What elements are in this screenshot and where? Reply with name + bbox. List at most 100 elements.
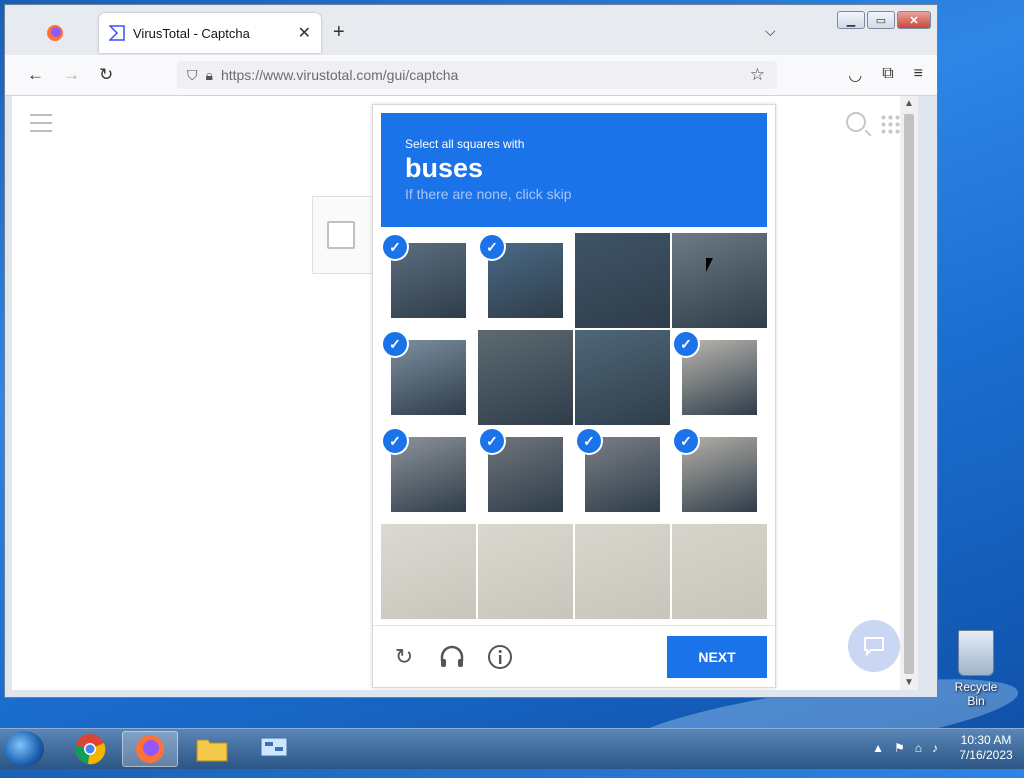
control-panel-icon bbox=[260, 737, 288, 757]
taskbar: ▲ ⚑ ⌂ ♪ 10:30 AM 7/16/2023 bbox=[0, 728, 1024, 769]
scroll-down-icon[interactable]: ▼ bbox=[904, 677, 914, 688]
captcha-tile-image bbox=[672, 233, 767, 328]
captcha-tile[interactable]: ✓ bbox=[478, 233, 573, 328]
captcha-checkbox[interactable] bbox=[327, 221, 355, 249]
captcha-tile-image bbox=[478, 524, 573, 619]
clock-time: 10:30 AM bbox=[960, 733, 1012, 747]
info-icon[interactable] bbox=[487, 644, 513, 670]
captcha-tile-image bbox=[575, 330, 670, 425]
bookmark-star-icon[interactable]: ☆ bbox=[750, 65, 765, 85]
recycle-bin-label: Recycle Bin bbox=[954, 680, 998, 708]
captcha-tile[interactable] bbox=[672, 233, 767, 328]
url-bar[interactable]: ⛉ 🔒︎ https://www.virustotal.com/gui/capt… bbox=[177, 61, 777, 89]
captcha-challenge-dialog: Select all squares with buses If there a… bbox=[372, 104, 776, 688]
next-button[interactable]: NEXT bbox=[667, 636, 767, 678]
lock-icon[interactable]: 🔒︎ bbox=[206, 67, 213, 84]
captcha-tile[interactable] bbox=[575, 233, 670, 328]
window-controls: ▁ ▭ ✕ bbox=[837, 11, 931, 29]
start-button[interactable] bbox=[4, 731, 44, 767]
action-center-icon[interactable]: ⚑ bbox=[894, 741, 905, 755]
tab-title: VirusTotal - Captcha bbox=[133, 25, 250, 41]
tile-selected-check-icon: ✓ bbox=[383, 332, 407, 356]
firefox-icon bbox=[136, 735, 164, 763]
menu-icon[interactable]: ≡ bbox=[914, 65, 923, 85]
captcha-header: Select all squares with buses If there a… bbox=[381, 113, 767, 227]
new-tab-button[interactable]: + bbox=[333, 21, 345, 44]
system-tray-icons: ▲ ⚑ ⌂ ♪ bbox=[872, 741, 938, 755]
recycle-bin-icon bbox=[958, 630, 994, 676]
list-all-tabs-button[interactable]: ⌵ bbox=[765, 23, 776, 40]
captcha-tile[interactable]: ✓ bbox=[381, 427, 476, 522]
captcha-tile[interactable] bbox=[575, 524, 670, 619]
audio-challenge-icon[interactable] bbox=[439, 644, 465, 670]
minimize-button[interactable]: ▁ bbox=[837, 11, 865, 29]
captcha-tile[interactable]: ✓ bbox=[381, 330, 476, 425]
captcha-footer: ↻ NEXT bbox=[373, 625, 775, 688]
chat-button[interactable] bbox=[848, 620, 900, 672]
clock[interactable]: 10:30 AM 7/16/2023 bbox=[954, 733, 1018, 763]
tile-selected-check-icon: ✓ bbox=[480, 235, 504, 259]
clock-date: 7/16/2023 bbox=[959, 748, 1013, 762]
captcha-tile[interactable] bbox=[381, 524, 476, 619]
captcha-tile[interactable]: ✓ bbox=[575, 427, 670, 522]
captcha-tile[interactable] bbox=[672, 524, 767, 619]
scroll-up-icon[interactable]: ▲ bbox=[904, 98, 914, 109]
tile-selected-check-icon: ✓ bbox=[674, 332, 698, 356]
captcha-tile-image bbox=[575, 233, 670, 328]
firefox-view-tab[interactable] bbox=[11, 13, 99, 53]
search-icon[interactable] bbox=[846, 112, 866, 132]
captcha-tile-image bbox=[478, 330, 573, 425]
navigation-toolbar: ← → ↻ ⛉ 🔒︎ https://www.virustotal.com/gu… bbox=[5, 55, 937, 96]
hamburger-menu-icon[interactable] bbox=[30, 114, 52, 138]
reload-icon[interactable]: ↻ bbox=[99, 65, 113, 85]
url-text[interactable]: https://www.virustotal.com/gui/captcha bbox=[221, 67, 458, 83]
captcha-hint: If there are none, click skip bbox=[405, 186, 572, 202]
tile-selected-check-icon: ✓ bbox=[383, 429, 407, 453]
chrome-icon bbox=[75, 734, 106, 765]
captcha-tile[interactable] bbox=[575, 330, 670, 425]
recaptcha-checkbox-widget bbox=[312, 196, 376, 274]
chat-bubble-icon bbox=[864, 637, 884, 656]
back-arrow-icon[interactable]: ← bbox=[27, 65, 44, 85]
show-hidden-icons[interactable]: ▲ bbox=[872, 741, 884, 755]
captcha-target: buses bbox=[405, 153, 484, 183]
extensions-icon[interactable]: ⧉ bbox=[882, 65, 893, 85]
apps-grid-icon[interactable] bbox=[880, 114, 900, 134]
reload-challenge-icon[interactable]: ↻ bbox=[391, 644, 417, 670]
network-icon[interactable]: ⌂ bbox=[915, 741, 922, 755]
firefox-icon bbox=[47, 25, 63, 41]
captcha-tile[interactable] bbox=[478, 330, 573, 425]
captcha-tile-image bbox=[672, 524, 767, 619]
scrollbar-thumb[interactable] bbox=[904, 114, 914, 674]
virustotal-icon bbox=[109, 25, 125, 41]
forward-arrow-icon[interactable]: → bbox=[63, 65, 80, 85]
captcha-tile[interactable]: ✓ bbox=[478, 427, 573, 522]
tab-virustotal-captcha[interactable]: VirusTotal - Captcha ✕ bbox=[99, 13, 321, 53]
recycle-bin-shortcut[interactable]: Recycle Bin bbox=[946, 630, 1006, 708]
tab-bar: VirusTotal - Captcha ✕ + ⌵ ▁ ▭ ✕ bbox=[5, 5, 937, 55]
pocket-icon[interactable]: ◡ bbox=[848, 65, 862, 85]
captcha-tile-image bbox=[575, 524, 670, 619]
taskbar-firefox[interactable] bbox=[122, 731, 178, 767]
volume-muted-icon[interactable]: ♪ bbox=[932, 741, 938, 755]
close-window-button[interactable]: ✕ bbox=[897, 11, 931, 29]
shield-icon[interactable]: ⛉ bbox=[187, 67, 198, 84]
captcha-instruction: Select all squares with bbox=[405, 137, 525, 151]
toolbar-icons: ◡ ⧉ ≡ bbox=[848, 65, 923, 85]
mouse-cursor bbox=[706, 258, 720, 272]
captcha-tile[interactable]: ✓ bbox=[381, 233, 476, 328]
maximize-button[interactable]: ▭ bbox=[867, 11, 895, 29]
tile-selected-check-icon: ✓ bbox=[577, 429, 601, 453]
captcha-tile[interactable]: ✓ bbox=[672, 427, 767, 522]
vertical-scrollbar[interactable]: ▲ ▼ bbox=[900, 96, 918, 690]
taskbar-chrome[interactable] bbox=[62, 731, 118, 767]
captcha-tile[interactable]: ✓ bbox=[672, 330, 767, 425]
close-tab-icon[interactable]: ✕ bbox=[298, 23, 311, 43]
captcha-tile-grid: ✓ ✓ ✓ ✓ ✓ ✓ ✓ ✓ bbox=[381, 233, 767, 619]
captcha-tile-image bbox=[381, 524, 476, 619]
captcha-tile[interactable] bbox=[478, 524, 573, 619]
taskbar-file-explorer[interactable] bbox=[184, 731, 240, 767]
taskbar-control-panel[interactable] bbox=[246, 731, 302, 767]
folder-icon bbox=[196, 739, 228, 762]
tile-selected-check-icon: ✓ bbox=[383, 235, 407, 259]
